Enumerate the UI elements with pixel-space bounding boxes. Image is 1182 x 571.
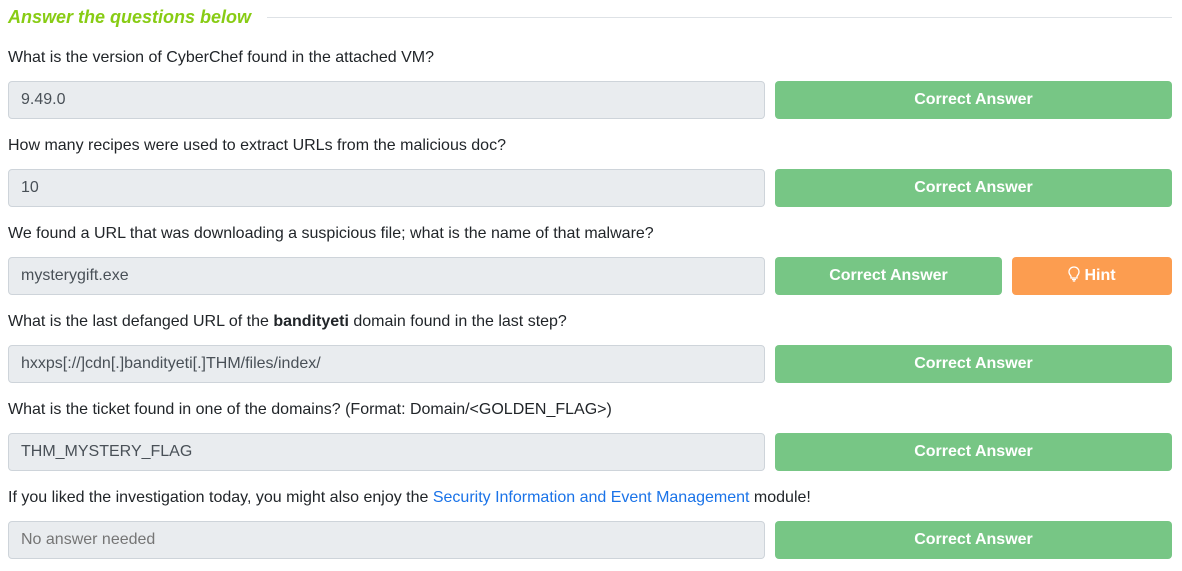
- answer-1-field[interactable]: [8, 81, 765, 119]
- correct-answer-button-5[interactable]: Correct Answer: [775, 433, 1172, 471]
- hint-button[interactable]: Hint: [1012, 257, 1172, 295]
- answer-6-field[interactable]: [8, 521, 765, 559]
- correct-answer-button-4[interactable]: Correct Answer: [775, 345, 1172, 383]
- correct-answer-button-3[interactable]: Correct Answer: [775, 257, 1002, 295]
- siem-module-link[interactable]: Security Information and Event Managemen…: [433, 489, 750, 506]
- question-6-text: If you liked the investigation today, yo…: [8, 488, 811, 508]
- question-6-text-end: module!: [749, 489, 811, 506]
- answer-4-field[interactable]: [8, 345, 765, 383]
- header-divider: [267, 16, 1172, 18]
- correct-answer-button-2[interactable]: Correct Answer: [775, 169, 1172, 207]
- question-3-text: We found a URL that was downloading a su…: [8, 225, 654, 242]
- question-4-bold-term: bandityeti: [273, 313, 349, 330]
- question-4-text: What is the last defanged URL of the ban…: [8, 312, 567, 332]
- answer-2-field[interactable]: [8, 169, 765, 207]
- question-1-text: What is the version of CyberChef found i…: [8, 49, 435, 66]
- section-title: Answer the questions below: [8, 6, 252, 27]
- hint-label: Hint: [1084, 267, 1116, 284]
- question-2-text: How many recipes were used to extract UR…: [8, 137, 506, 154]
- answer-5-field[interactable]: [8, 433, 765, 471]
- question-5-text: What is the ticket found in one of the d…: [8, 401, 612, 418]
- question-4-text-end: domain found in the last step?: [348, 313, 567, 330]
- answer-3-field[interactable]: [8, 257, 765, 295]
- question-6-text-start: If you liked the investigation today, yo…: [8, 489, 433, 506]
- correct-answer-button-1[interactable]: Correct Answer: [775, 81, 1172, 119]
- question-4-text-start: What is the last defanged URL of the: [8, 313, 274, 330]
- lightbulb-icon: [1068, 265, 1081, 287]
- section-header: Answer the questions below: [8, 5, 1172, 29]
- correct-answer-button-6[interactable]: Correct Answer: [775, 521, 1172, 559]
